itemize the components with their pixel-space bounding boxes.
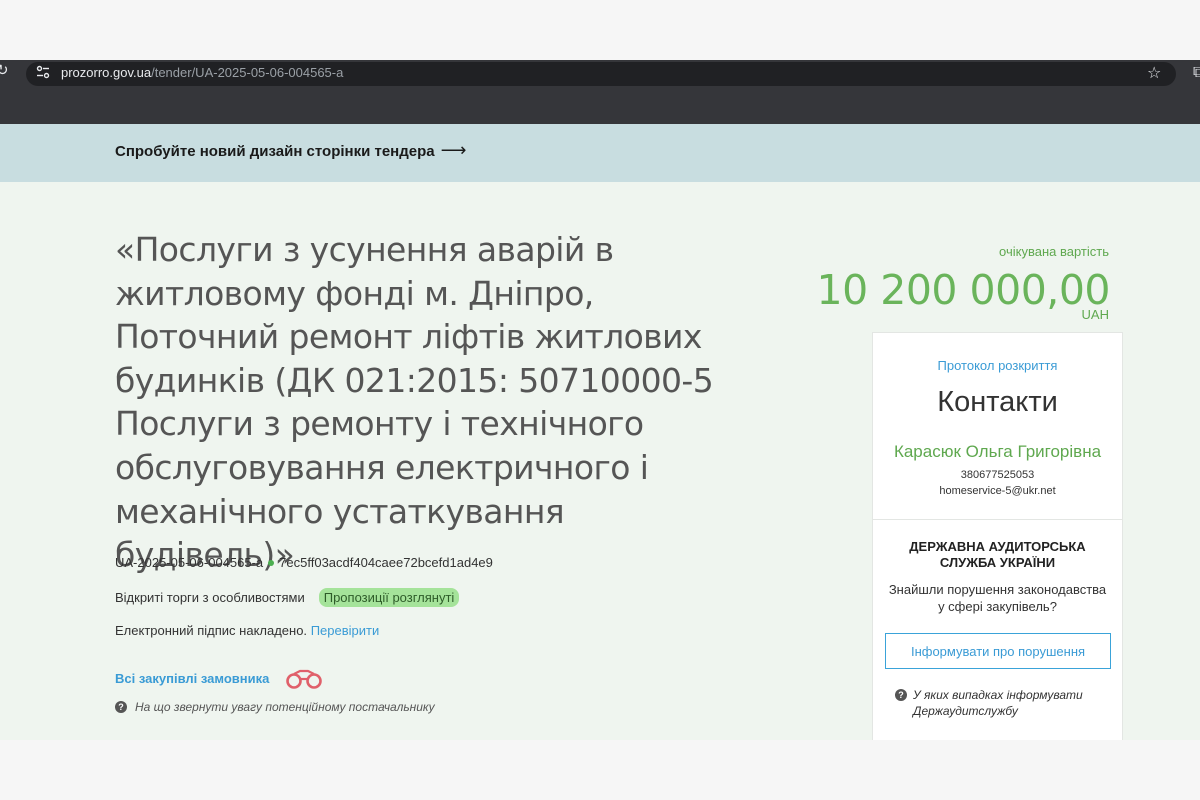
reload-icon[interactable]: ↻ [0, 61, 9, 79]
browser-toolbar: ↻ prozorro.gov.ua/tender/UA-2025-05-06-0… [0, 60, 1200, 124]
tender-ids: UA-2025-05-06-004565-a 7ec5ff03acdf404cae… [115, 555, 493, 570]
expected-value-currency: UAH [1081, 307, 1109, 322]
star-icon[interactable]: ☆ [1147, 63, 1161, 82]
new-design-banner: Спробуйте новий дизайн сторінки тендера … [0, 124, 1200, 182]
top-blur-area [0, 0, 1200, 60]
new-design-link[interactable]: Спробуйте новий дизайн сторінки тендера … [115, 142, 466, 160]
contacts-sidebar: Протокол розкриття Контакти Карасюк Ольг… [872, 332, 1123, 740]
supplier-hint-text: На що звернути увагу потенційному постач… [135, 700, 435, 714]
contact-phone: 380677525053 [960, 469, 1035, 481]
signature-text: Електронний підпис накладено. [115, 623, 308, 638]
question-circle-icon: ? [115, 701, 127, 713]
contact-email: homeservice-5@ukr.net [939, 485, 1056, 497]
url-path: /tender/UA-2025-05-06-004565-a [151, 65, 344, 80]
report-violation-button[interactable]: Інформувати про порушення [885, 633, 1111, 669]
question-circle-icon: ? [895, 689, 907, 701]
procedure-type: Відкриті торги з особливостями [115, 590, 305, 605]
extensions-icon[interactable]: ⧉ [1193, 62, 1200, 82]
signature-row: Електронний підпис накладено. Перевірити [115, 623, 379, 638]
expected-value-label: очікувана вартість [999, 244, 1109, 259]
status-dot [268, 560, 275, 567]
audit-question: Знайшли порушення законодавства у сфері … [888, 582, 1107, 614]
all-purchases-link[interactable]: Всі закупівлі замовника [115, 671, 269, 686]
arrow-right-icon: ⟶ [440, 140, 467, 161]
all-purchases-row: Всі закупівлі замовника [115, 667, 323, 689]
contact-name: Карасюк Ольга Григорівна [893, 442, 1102, 461]
audit-hint-text: У яких випадках інформувати Держаудитслу… [913, 688, 1083, 718]
status-badge: Пропозиції розглянуті [318, 588, 460, 607]
procedure-row: Відкриті торги з особливостями Пропозиці… [115, 588, 460, 607]
tender-id: UA-2025-05-06-004565-a [115, 555, 264, 570]
audit-hint[interactable]: ? У яких випадках інформувати Держаудитс… [895, 687, 1115, 719]
url-host: prozorro.gov.ua [61, 65, 152, 80]
tune-icon[interactable] [36, 65, 50, 79]
divider [873, 519, 1122, 520]
disclosure-protocol-link[interactable]: Протокол розкриття [873, 358, 1122, 373]
url-text[interactable]: prozorro.gov.ua/tender/UA-2025-05-06-004… [61, 65, 343, 80]
tender-hash: 7ec5ff03acdf404caee72bcefd1ad4e9 [279, 555, 493, 570]
bottom-blur-area [0, 740, 1200, 800]
binoculars-icon[interactable] [285, 667, 323, 689]
tender-title: «Послуги з усунення аварій в житловому ф… [115, 230, 714, 575]
expected-value-amount: 10 200 000,00 [816, 266, 1111, 314]
verify-signature-link[interactable]: Перевірити [311, 623, 380, 638]
supplier-hint[interactable]: ? На що звернути увагу потенційному пост… [115, 700, 435, 714]
audit-service-title: ДЕРЖАВНА АУДИТОРСЬКА СЛУЖБА УКРАЇНИ [909, 539, 1086, 570]
tender-main: «Послуги з усунення аварій в житловому ф… [0, 182, 1200, 740]
contacts-heading: Контакти [937, 386, 1058, 418]
new-design-label: Спробуйте новий дизайн сторінки тендера [115, 142, 435, 160]
